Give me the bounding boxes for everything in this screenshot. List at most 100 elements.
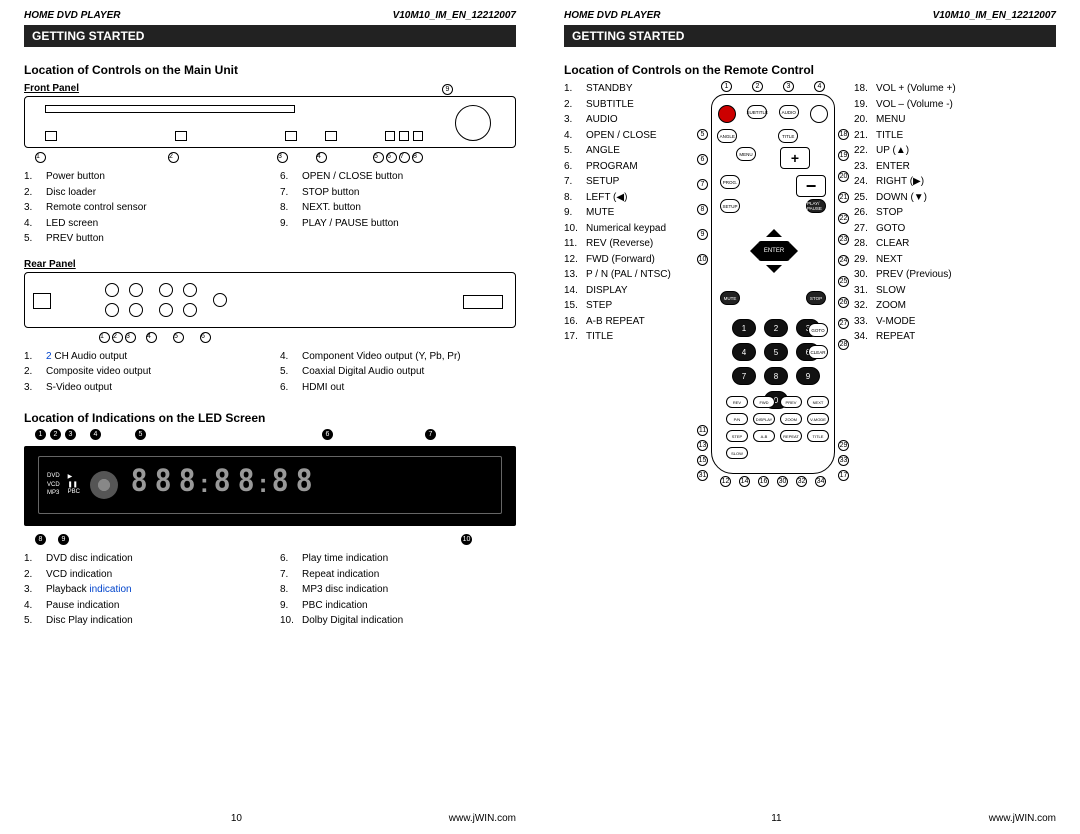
remote-btn-volplus: +: [780, 147, 810, 169]
list-item: NEXT: [854, 252, 974, 268]
page-left: HOME DVD PLAYER V10M10_IM_EN_12212007 GE…: [0, 0, 540, 834]
section-band: GETTING STARTED: [564, 25, 1056, 47]
remote-btn-menu: MENU: [736, 147, 756, 161]
footer: 11 www.jWIN.com: [564, 805, 1056, 824]
led-tag-pbc: PBC: [68, 489, 80, 496]
list-item: SLOW: [854, 283, 974, 299]
remote-btn-prog: PROG.: [720, 175, 740, 189]
footer: 10 www.jWIN.com: [24, 805, 516, 824]
list-item: VOL + (Volume +): [854, 81, 974, 97]
remote-btn-audio: AUDIO: [779, 105, 799, 119]
front-callout-row: 1 2 3 4 5 6 7 8: [24, 152, 516, 163]
list-item: Playback indication: [24, 582, 260, 598]
list-item: PREV button: [24, 231, 260, 247]
callout-9: 9: [442, 84, 453, 95]
list-item: Composite video output: [24, 364, 260, 380]
list-item: GOTO: [854, 221, 974, 237]
remote-btn-stop: STOP: [806, 291, 826, 305]
list-item: Power button: [24, 169, 260, 185]
led-callout-top: 1 2 3 4 5 6 7: [24, 429, 516, 440]
list-item: MENU: [854, 112, 974, 128]
list-item: DVD disc indication: [24, 551, 260, 567]
rear-panel-label: Rear Panel: [24, 259, 516, 270]
list-item: TITLE: [854, 128, 974, 144]
rear-panel-list: 2 CH Audio output Composite video output…: [24, 349, 516, 396]
list-item: P / N (PAL / NTSC): [564, 267, 692, 283]
footer-url: www.jWIN.com: [449, 813, 516, 824]
remote-btn-setup: SETUP: [720, 199, 740, 213]
list-item: STOP button: [280, 185, 516, 201]
section-title-main-unit: Location of Controls on the Main Unit: [24, 63, 516, 77]
product-name: HOME DVD PLAYER: [564, 10, 661, 21]
doc-id: V10M10_IM_EN_12212007: [933, 10, 1056, 21]
page-right: HOME DVD PLAYER V10M10_IM_EN_12212007 GE…: [540, 0, 1080, 834]
remote-btn-title: TITLE: [778, 129, 798, 143]
list-item: Play time indication: [280, 551, 516, 567]
remote-btn-goto: GOTO: [808, 323, 828, 337]
remote-btn-mute: MUTE: [720, 291, 740, 305]
list-item: STEP: [564, 298, 692, 314]
list-item: PBC indication: [280, 598, 516, 614]
section-band: GETTING STARTED: [24, 25, 516, 47]
section-title-led: Location of Indications on the LED Scree…: [24, 411, 516, 425]
list-item: DISPLAY: [564, 283, 692, 299]
remote-btn-subtitle: SUBTITLE: [747, 105, 767, 119]
diagram-led-screen: DVD VCD MP3 ▶❚❚ PBC : :: [24, 446, 516, 526]
led-disc-icon: [90, 471, 118, 499]
header-row: HOME DVD PLAYER V10M10_IM_EN_12212007: [564, 10, 1056, 21]
remote-btn-angle: ANGLE: [717, 129, 737, 143]
diagram-rear-panel: [24, 272, 516, 328]
list-item: STANDBY: [564, 81, 692, 97]
page-number: 10: [231, 813, 242, 824]
list-item: MP3 disc indication: [280, 582, 516, 598]
remote-list-right: VOL + (Volume +)VOL – (Volume -)MENUTITL…: [854, 81, 974, 345]
link-text: indication: [89, 584, 131, 595]
list-item: TITLE: [564, 329, 692, 345]
page-number: 11: [771, 813, 781, 824]
list-item: HDMI out: [280, 380, 516, 396]
list-item: ENTER: [854, 159, 974, 175]
list-item: RIGHT (▶): [854, 174, 974, 190]
list-item: UP (▲): [854, 143, 974, 159]
list-item: Dolby Digital indication: [280, 613, 516, 629]
list-item: NEXT. button: [280, 200, 516, 216]
list-item: A-B REPEAT: [564, 314, 692, 330]
list-item: ZOOM: [854, 298, 974, 314]
list-item: SUBTITLE: [564, 97, 692, 113]
front-panel-list: Power button Disc loader Remote control …: [24, 169, 516, 247]
list-item: ANGLE: [564, 143, 692, 159]
list-item: PROGRAM: [564, 159, 692, 175]
list-item: CLEAR: [854, 236, 974, 252]
list-item: FWD (Forward): [564, 252, 692, 268]
led-callout-bottom: 8 9 10: [24, 534, 516, 545]
list-item: LEFT (◀): [564, 190, 692, 206]
remote-list-left: STANDBYSUBTITLEAUDIOOPEN / CLOSEANGLEPRO…: [564, 81, 692, 345]
list-item: DOWN (▼): [854, 190, 974, 206]
diagram-remote: 1234 SUBTITLE AUDIO ANGLE TITLE MENU: [698, 81, 848, 487]
remote-btn-open: [810, 105, 828, 123]
remote-btn-clear: CLEAR: [808, 345, 828, 359]
list-item: STOP: [854, 205, 974, 221]
list-item: Remote control sensor: [24, 200, 260, 216]
list-item: Disc loader: [24, 185, 260, 201]
list-item: Disc Play indication: [24, 613, 260, 629]
list-item: PLAY / PAUSE button: [280, 216, 516, 232]
list-item: Numerical keypad: [564, 221, 692, 237]
diagram-front-panel: [24, 96, 516, 148]
remote-btn-enter: ENTER: [758, 241, 790, 261]
list-item: OPEN / CLOSE button: [280, 169, 516, 185]
remote-btn-standby: [718, 105, 736, 123]
list-item: Component Video output (Y, Pb, Pr): [280, 349, 516, 365]
led-list: DVD disc indication VCD indication Playb…: [24, 551, 516, 629]
led-tag-vcd: VCD: [47, 482, 60, 489]
remote-dpad: ENTER: [744, 221, 804, 281]
list-item: Pause indication: [24, 598, 260, 614]
remote-bottom-grid: REVFWDPREVNEXT P/NDISPLAYZOOMV-MODE STEP…: [726, 396, 831, 461]
list-item: 2 CH Audio output: [24, 349, 260, 365]
list-item: OPEN / CLOSE: [564, 128, 692, 144]
list-item: VOL – (Volume -): [854, 97, 974, 113]
list-item: SETUP: [564, 174, 692, 190]
list-item: V-MODE: [854, 314, 974, 330]
rear-callout-row: 123 4 5 6: [24, 332, 516, 343]
led-tag-mp3: MP3: [47, 490, 60, 497]
